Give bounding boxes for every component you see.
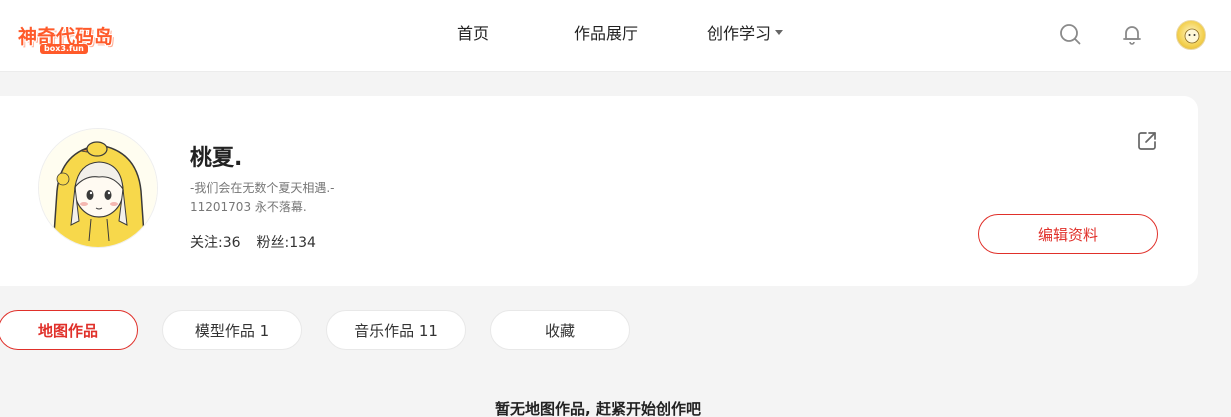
nav-gallery[interactable]: 作品展厅	[574, 0, 638, 64]
tab-map-works[interactable]: 地图作品	[0, 310, 138, 350]
tab-map-label: 地图作品	[37, 321, 98, 340]
nav-home-label: 首页	[457, 24, 490, 43]
empty-state-message: 暂无地图作品, 赶紧开始创作吧	[495, 400, 701, 417]
tab-model-works[interactable]: 模型作品 1	[162, 310, 302, 350]
profile-username: 桃夏.	[190, 146, 243, 171]
tab-music-label: 音乐作品 11	[354, 321, 438, 340]
nav-learn-dropdown[interactable]: 创作学习	[707, 0, 784, 64]
profile-avatar[interactable]	[38, 128, 158, 248]
site-logo[interactable]: 神奇代码岛 box3.fun	[18, 18, 116, 54]
bell-icon[interactable]	[1120, 22, 1144, 46]
nav-gallery-label: 作品展厅	[574, 24, 639, 43]
user-avatar[interactable]	[1176, 20, 1206, 50]
nav-home[interactable]: 首页	[457, 0, 489, 64]
share-icon[interactable]	[1136, 130, 1158, 152]
edit-profile-button[interactable]: 编辑资料	[978, 214, 1158, 254]
followers-count[interactable]: 粉丝:134	[257, 232, 316, 252]
logo-subtext: box3.fun	[40, 44, 88, 54]
nav-learn-label: 创作学习	[707, 24, 772, 43]
tab-model-label: 模型作品 1	[194, 321, 270, 340]
following-count[interactable]: 关注:36	[190, 232, 241, 252]
profile-stats: 关注:36 粉丝:134	[190, 232, 316, 252]
bio-line-2: 11201703 永不落幕.	[190, 200, 307, 214]
tab-music-works[interactable]: 音乐作品 11	[326, 310, 466, 350]
caret-down-icon	[775, 29, 784, 35]
top-header: 神奇代码岛 box3.fun 首页 作品展厅 创作学习	[0, 0, 1231, 72]
profile-card: 桃夏. -我们会在无数个夏天相遇.- 11201703 永不落幕. 关注:36 …	[0, 96, 1198, 286]
search-icon[interactable]	[1058, 22, 1082, 46]
profile-bio: -我们会在无数个夏天相遇.- 11201703 永不落幕.	[190, 179, 334, 217]
tab-favorites[interactable]: 收藏	[490, 310, 630, 350]
tab-favorites-label: 收藏	[544, 321, 575, 340]
bio-line-1: -我们会在无数个夏天相遇.-	[190, 181, 335, 195]
